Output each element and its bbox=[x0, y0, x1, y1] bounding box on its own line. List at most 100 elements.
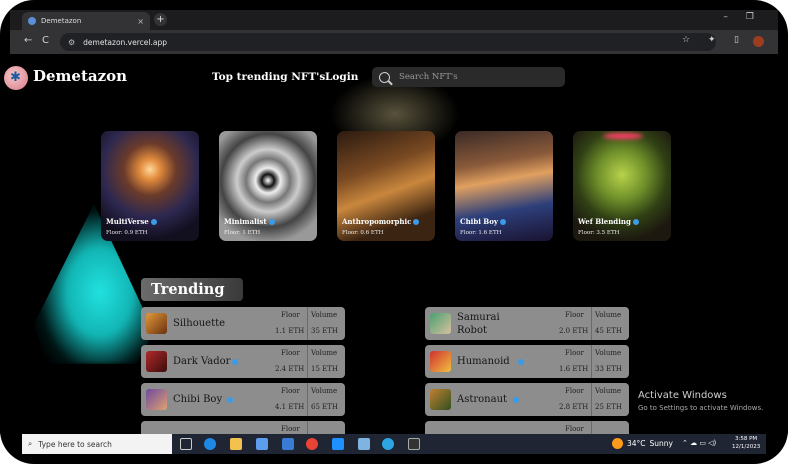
maximize-icon[interactable]: ❐ bbox=[746, 12, 754, 22]
watermark-subtitle: Go to Settings to activate Windows. bbox=[638, 404, 764, 412]
terminal-icon[interactable] bbox=[408, 438, 420, 450]
taskbar-search[interactable]: ⌕ Type here to search bbox=[22, 434, 172, 454]
collection-name: Minimalist bbox=[224, 217, 267, 226]
windows-taskbar: ⌕ Type here to search 34°C Sunny ⌃ ☁ ▭ ◁… bbox=[22, 434, 766, 454]
nft-name: Humanoid bbox=[457, 356, 510, 367]
collection-card-chibi-boy[interactable]: Chibi Boy Floor: 1.6 ETH bbox=[455, 131, 553, 241]
trending-row-chibi-boy[interactable]: Chibi Boy Floor 4.1 ETH Volume 65 ETH bbox=[141, 383, 345, 416]
url-text: demetazon.vercel.app bbox=[83, 37, 167, 47]
app-icon[interactable] bbox=[358, 438, 370, 450]
brand-name[interactable]: Demetazon bbox=[33, 67, 127, 85]
trending-row-samurai-robot[interactable]: Samurai Robot Floor 2.0 ETH Volume 45 ET… bbox=[425, 307, 629, 340]
window-controls: – ❐ bbox=[723, 12, 754, 22]
volume-value: 65 ETH bbox=[311, 403, 339, 411]
weather-widget[interactable]: 34°C Sunny bbox=[612, 438, 673, 449]
verified-badge-icon bbox=[232, 358, 239, 365]
trending-row-partial[interactable]: Floor bbox=[425, 421, 629, 434]
reload-icon[interactable]: C bbox=[42, 35, 49, 46]
tab-title: Demetazon bbox=[41, 17, 82, 25]
sun-icon bbox=[612, 438, 623, 449]
collection-card-wef-blending[interactable]: Wef Blending Floor: 3.5 ETH bbox=[573, 131, 671, 241]
profile-avatar[interactable] bbox=[753, 36, 764, 47]
vscode-icon[interactable] bbox=[332, 438, 344, 450]
floor-value: 2.4 ETH bbox=[275, 365, 305, 373]
back-icon[interactable]: ← bbox=[24, 35, 32, 46]
volume-value: 25 ETH bbox=[595, 403, 623, 411]
url-field[interactable]: ⚙ demetazon.vercel.app bbox=[60, 33, 716, 51]
collection-floor: Floor: 1 ETH bbox=[224, 230, 261, 236]
search-icon: ⌕ bbox=[28, 439, 33, 448]
telegram-icon[interactable] bbox=[382, 438, 394, 450]
floor-label: Floor bbox=[565, 387, 584, 395]
edge-icon[interactable] bbox=[204, 438, 216, 450]
floor-label: Floor bbox=[281, 311, 300, 319]
search-icon[interactable] bbox=[379, 71, 390, 83]
mail-icon[interactable] bbox=[282, 438, 294, 450]
nft-thumbnail bbox=[146, 351, 167, 372]
floor-label: Floor bbox=[565, 349, 584, 357]
collection-floor: Floor: 0.9 ETH bbox=[106, 230, 148, 236]
system-tray[interactable]: ⌃ ☁ ▭ ◁) bbox=[682, 439, 716, 447]
clock-time: 3:58 PM bbox=[735, 436, 758, 442]
volume-value: 35 ETH bbox=[311, 327, 339, 335]
volume-label: Volume bbox=[595, 311, 622, 319]
nft-thumbnail bbox=[430, 389, 451, 410]
nav-login[interactable]: Login bbox=[325, 71, 358, 83]
floor-value: 2.0 ETH bbox=[559, 327, 589, 335]
trending-row-silhouette[interactable]: Silhouette Floor 1.1 ETH Volume 35 ETH bbox=[141, 307, 345, 340]
nft-name: Samurai Robot bbox=[457, 311, 500, 337]
nft-thumbnail bbox=[146, 313, 167, 334]
volume-value: 45 ETH bbox=[595, 327, 623, 335]
nav-top-trending[interactable]: Top trending NFT's bbox=[212, 71, 325, 83]
trending-row-dark-vador[interactable]: Dark Vador Floor 2.4 ETH Volume 15 ETH bbox=[141, 345, 345, 378]
task-view-icon[interactable] bbox=[180, 438, 192, 450]
nft-name: Silhouette bbox=[173, 318, 226, 329]
floor-value: 1.1 ETH bbox=[275, 327, 305, 335]
volume-label: Volume bbox=[311, 387, 338, 395]
store-icon[interactable] bbox=[256, 438, 268, 450]
new-tab-button[interactable]: + bbox=[154, 13, 167, 26]
collection-name: Anthropomorphic bbox=[342, 217, 412, 226]
volume-label: Volume bbox=[311, 349, 338, 357]
collection-floor: Floor: 0.6 ETH bbox=[342, 230, 384, 236]
trending-row-astronaut[interactable]: Astronaut Floor 2.8 ETH Volume 25 ETH bbox=[425, 383, 629, 416]
tab-close-icon[interactable]: × bbox=[137, 17, 144, 26]
verified-badge-icon bbox=[413, 219, 420, 225]
browser-tab-bar: Demetazon × + – ❐ bbox=[10, 10, 778, 30]
file-explorer-icon[interactable] bbox=[230, 438, 242, 450]
site-info-icon[interactable]: ⚙ bbox=[68, 38, 75, 47]
address-bar-row: ← C ⚙ demetazon.vercel.app ☆ ✦ ▯ bbox=[10, 30, 778, 54]
nft-thumbnail bbox=[430, 313, 451, 334]
bookmark-star-icon[interactable]: ☆ bbox=[682, 35, 690, 45]
logo-icon[interactable]: ✱ bbox=[4, 66, 28, 90]
trending-row-humanoid[interactable]: Humanoid Floor 1.6 ETH Volume 33 ETH bbox=[425, 345, 629, 378]
chrome-icon[interactable] bbox=[306, 438, 318, 450]
weather-condition: Sunny bbox=[649, 439, 673, 448]
collection-card-multiverse[interactable]: MultiVerse Floor: 0.9 ETH bbox=[101, 131, 199, 241]
volume-value: 33 ETH bbox=[595, 365, 623, 373]
verified-badge-icon bbox=[268, 219, 275, 225]
collection-card-minimalist[interactable]: Minimalist Floor: 1 ETH bbox=[219, 131, 317, 241]
tab-favicon-icon bbox=[28, 17, 36, 25]
extensions-icon[interactable]: ✦ bbox=[708, 35, 716, 45]
collection-name: Wef Blending bbox=[578, 217, 631, 226]
sidebar-icon[interactable]: ▯ bbox=[734, 35, 739, 45]
browser-tab[interactable]: Demetazon × bbox=[22, 12, 150, 30]
floor-label: Floor bbox=[565, 425, 584, 433]
collection-floor: Floor: 3.5 ETH bbox=[578, 230, 620, 236]
verified-badge-icon bbox=[517, 358, 524, 365]
verified-badge-icon bbox=[499, 219, 506, 225]
nft-name: Dark Vador bbox=[173, 356, 231, 367]
search-input[interactable] bbox=[399, 72, 549, 82]
temperature: 34°C bbox=[627, 439, 646, 448]
trending-row-partial[interactable]: Floor bbox=[141, 421, 345, 434]
collection-card-anthropomorphic[interactable]: Anthropomorphic Floor: 0.6 ETH bbox=[337, 131, 435, 241]
nft-name-line1: Samurai bbox=[457, 312, 500, 323]
verified-badge-icon bbox=[227, 396, 234, 403]
floor-label: Floor bbox=[565, 311, 584, 319]
watermark-title: Activate Windows bbox=[638, 390, 727, 401]
collection-name: MultiVerse bbox=[106, 217, 149, 226]
clock[interactable]: 3:58 PM 12/1/2023 bbox=[732, 435, 760, 451]
collection-name: Chibi Boy bbox=[460, 217, 498, 226]
minimize-icon[interactable]: – bbox=[723, 12, 728, 22]
